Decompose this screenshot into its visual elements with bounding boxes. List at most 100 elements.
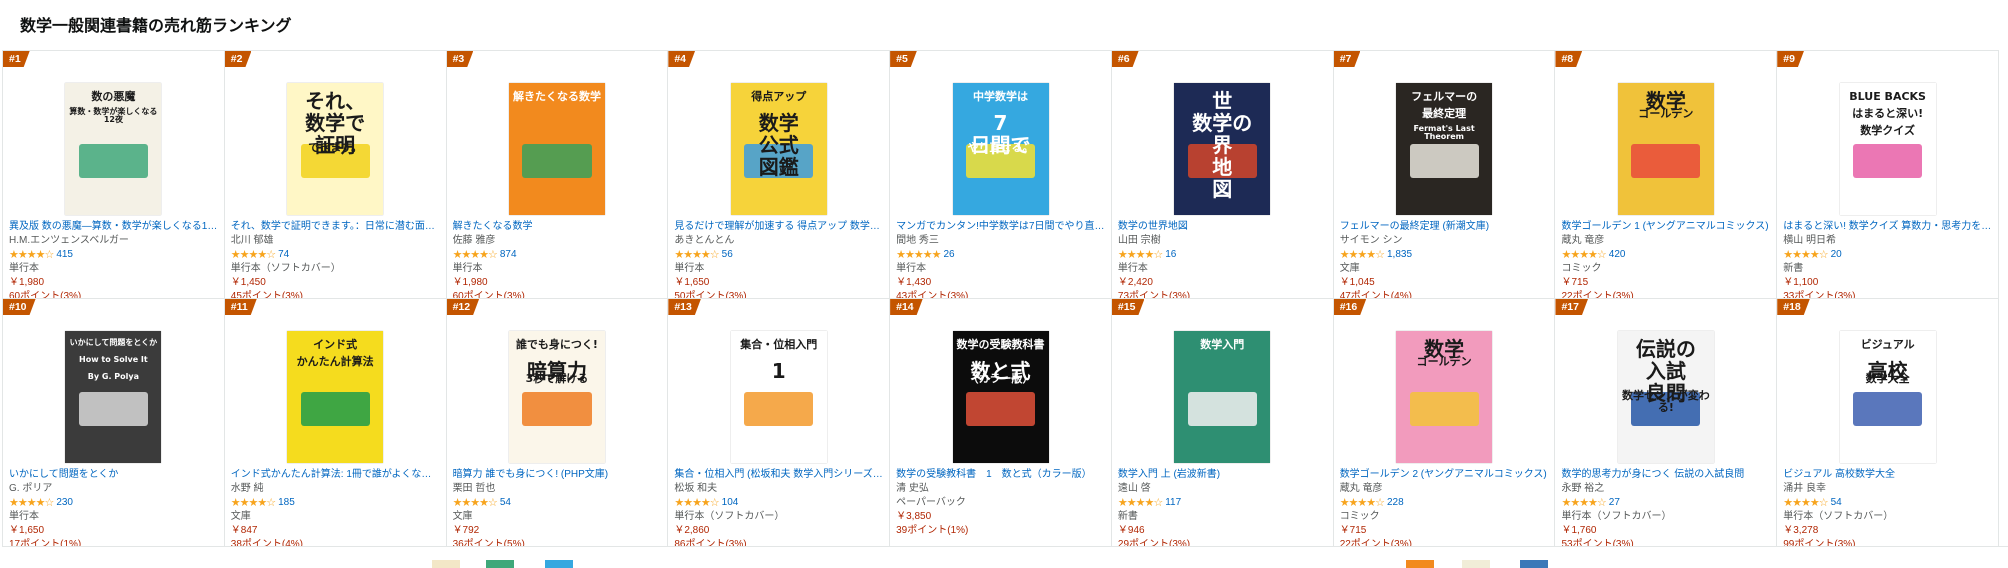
review-count-link[interactable]: 1,835 [1387,248,1412,262]
book-cover-image[interactable]: 誰でも身につく! 暗算力 3秒で解ける [508,331,605,463]
book-price[interactable]: ￥715 [1340,524,1551,538]
star-rating-icon[interactable]: ★★★★☆ [231,496,276,510]
review-count-link[interactable]: 16 [1165,248,1176,262]
book-cover-image[interactable]: 世数学の界地図 [1174,83,1271,215]
book-title-link[interactable]: 集合・位相入門 (松坂和夫 数学入門シリーズ… [674,468,885,482]
book-price[interactable]: ￥2,860 [674,524,885,538]
rating-row[interactable]: ★★★★☆ 420 [1561,248,1772,262]
book-title-link[interactable]: ビジュアル 高校数学大全 [1783,468,1994,482]
star-rating-icon[interactable]: ★★★★☆ [453,248,498,262]
thumb-right-1[interactable] [1406,560,1434,568]
book-cover-image[interactable]: インド式 かんたん計算法 [287,331,384,463]
book-title-link[interactable]: 数学ゴールデン 2 (ヤングアニマルコミックス) [1340,468,1551,482]
book-card[interactable]: #1 数の悪魔 算数・数学が楽しくなる12夜 異及版 数の悪魔―算数・数学が楽しくなる… [3,51,225,299]
review-count-link[interactable]: 54 [1831,496,1842,510]
book-author[interactable]: 間地 秀三 [896,234,1107,248]
book-price[interactable]: ￥1,045 [1340,276,1551,290]
thumb-right-2[interactable] [1462,560,1490,568]
book-price[interactable]: ￥2,420 [1118,276,1329,290]
book-author[interactable]: あきとんとん [674,234,885,248]
rating-row[interactable]: ★★★★☆ 1,835 [1340,248,1551,262]
book-author[interactable]: 横山 明日希 [1783,234,1994,248]
book-author[interactable]: 松坂 和夫 [674,482,885,496]
book-card[interactable]: #16 数学 ゴールデン 数学ゴールデン 2 (ヤングアニマルコミックス) 蔵丸 竜彦 ★… [1333,299,1556,547]
book-price[interactable]: ￥1,100 [1783,276,1994,290]
rating-row[interactable]: ★★★★☆ 74 [231,248,442,262]
book-card[interactable]: #15 数学入門 数学入門 上 (岩波新書) 遠山 啓 ★★★★☆ 117 新書 ￥946 29… [1111,299,1334,547]
star-rating-icon[interactable]: ★★★★☆ [1340,248,1385,262]
star-rating-icon[interactable]: ★★★★☆ [9,496,54,510]
star-rating-icon[interactable]: ★★★★★ [896,248,941,262]
book-card[interactable]: #17 伝説の 入試 良問 数学センスが変わる! 数学的思考力が身につく 伝説の入試良問永… [1555,299,1778,547]
book-price[interactable]: ￥1,760 [1561,524,1772,538]
book-author[interactable]: 山田 宗樹 [1118,234,1329,248]
review-count-link[interactable]: 230 [56,496,73,510]
book-price[interactable]: ￥1,650 [9,524,220,538]
star-rating-icon[interactable]: ★★★★☆ [1340,496,1385,510]
rating-row[interactable]: ★★★★☆ 104 [674,496,885,510]
book-cover-image[interactable]: 伝説の 入試 良問 数学センスが変わる! [1617,331,1714,463]
rating-row[interactable]: ★★★★☆ 228 [1340,496,1551,510]
book-cover-image[interactable]: ビジュアル 高校 数学大全 [1839,331,1936,463]
review-count-link[interactable]: 26 [943,248,954,262]
book-cover-image[interactable]: フェルマーの 最終定理 Fermat's Last Theorem [1396,83,1493,215]
book-price[interactable]: ￥1,650 [674,276,885,290]
book-author[interactable]: 蔵丸 竜彦 [1561,234,1772,248]
review-count-link[interactable]: 874 [500,248,517,262]
book-cover-image[interactable]: それ、 数学で 証明 できます。 [287,83,384,215]
book-title-link[interactable]: いかにして問題をとくか [9,468,220,482]
book-card[interactable]: #2 それ、 数学で 証明 できます。 それ、数学で証明できます。：日常に潜む面… 北川 郁… [224,51,447,299]
book-cover-image[interactable]: BLUE BACKS はまると深い! 数学クイズ [1839,83,1936,215]
star-rating-icon[interactable]: ★★★★☆ [674,496,719,510]
book-card[interactable]: #18 ビジュアル 高校 数学大全 ビジュアル 高校数学大全 涌井 良幸 ★★★★☆ 54 単行… [1777,299,2000,547]
book-price[interactable]: ￥1,980 [9,276,220,290]
book-card[interactable]: #14 数学の受験教科書 数と式 （カラー版） 数学の受験教科書 1 数と式（カラー版）… [890,299,1112,547]
book-author[interactable]: 北川 郁雄 [231,234,442,248]
book-cover-image[interactable]: 解きたくなる数学 [508,83,605,215]
rating-row[interactable]: ★★★★☆ 415 [9,248,220,262]
review-count-link[interactable]: 20 [1831,248,1842,262]
book-card[interactable]: #10 いかにして問題をとくか How to Solve It By G. Polya… [3,299,225,547]
book-cover-image[interactable]: 得点アップ 数学 公式 図鑑 [730,83,827,215]
thumb-left-1[interactable] [432,560,460,568]
review-count-link[interactable]: 104 [722,496,739,510]
book-title-link[interactable]: 数学ゴールデン 1 (ヤングアニマルコミックス) [1561,220,1772,234]
star-rating-icon[interactable]: ★★★★☆ [453,496,498,510]
book-price[interactable]: ￥1,430 [896,276,1107,290]
book-card[interactable]: #3 解きたくなる数学 解きたくなる数学 佐藤 雅彦 ★★★★☆ 874 単行本 ￥1,980… [446,51,669,299]
review-count-link[interactable]: 117 [1165,496,1181,510]
star-rating-icon[interactable]: ★★★★☆ [1561,496,1606,510]
rating-row[interactable]: ★★★★☆ 54 [1783,496,1994,510]
star-rating-icon[interactable]: ★★★★☆ [1118,248,1163,262]
book-title-link[interactable]: 数学入門 上 (岩波新書) [1118,468,1329,482]
review-count-link[interactable]: 420 [1609,248,1626,262]
book-price[interactable]: ￥792 [453,524,664,538]
star-rating-icon[interactable]: ★★★★☆ [1118,496,1163,510]
book-price[interactable]: ￥3,850 [896,510,1107,524]
book-title-link[interactable]: インド式かんたん計算法: 1冊で誰がよくな… [231,468,442,482]
rating-row[interactable]: ★★★★☆ 56 [674,248,885,262]
book-cover-image[interactable]: 数学の受験教科書 数と式 （カラー版） [952,331,1049,463]
book-title-link[interactable]: それ、数学で証明できます。：日常に潜む面… [231,220,442,234]
book-author[interactable]: H.M.エンツェンスベルガー [9,234,220,248]
book-author[interactable]: 水野 純 [231,482,442,496]
star-rating-icon[interactable]: ★★★★☆ [231,248,276,262]
rating-row[interactable]: ★★★★☆ 16 [1118,248,1329,262]
star-rating-icon[interactable]: ★★★★☆ [1783,248,1828,262]
book-cover-image[interactable]: 数学 ゴールデン [1396,331,1493,463]
book-author[interactable]: 栗田 哲也 [453,482,664,496]
book-card[interactable]: #5 中学数学は 7 日間で やり直せる。 マンガでカンタン!中学数学は7日間でやり直… 間… [890,51,1112,299]
book-card[interactable]: #13 集合・位相入門 1 集合・位相入門 (松坂和夫 数学入門シリーズ… 松坂 和夫 ★… [668,299,891,547]
book-cover-image[interactable]: いかにして問題をとくか How to Solve It By G. Polya [65,331,162,463]
book-author[interactable]: サイモン シン [1340,234,1551,248]
book-price[interactable]: ￥1,450 [231,276,442,290]
star-rating-icon[interactable]: ★★★★☆ [674,248,719,262]
book-title-link[interactable]: 暗算力 誰でも身につく! (PHP文庫) [453,468,664,482]
book-cover-image[interactable]: 数の悪魔 算数・数学が楽しくなる12夜 [65,83,162,215]
review-count-link[interactable]: 56 [722,248,733,262]
book-price[interactable]: ￥847 [231,524,442,538]
rating-row[interactable]: ★★★★☆ 874 [453,248,664,262]
star-rating-icon[interactable]: ★★★★☆ [1561,248,1606,262]
book-card[interactable]: #9 BLUE BACKS はまると深い! 数学クイズ はまると深い! 数学クイズ 算数… [1777,51,2000,299]
book-card[interactable]: #4 得点アップ 数学 公式 図鑑 見るだけで理解が加速する 得点アップ 数学… あきとんと… [668,51,891,299]
